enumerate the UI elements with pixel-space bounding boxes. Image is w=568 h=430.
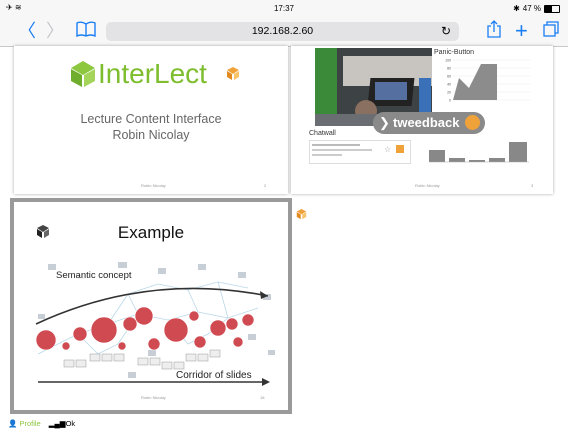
profile-label: Profile (19, 419, 41, 428)
floating-logo-icon (296, 209, 307, 220)
slide-thumbnail-3[interactable]: Example Semantic concept Corridor of sli… (14, 202, 288, 410)
slide-thumbnail-1[interactable]: InterLect Lecture Content Interface Robi… (14, 46, 288, 194)
person-icon: 👤 (8, 419, 18, 428)
new-tab-icon[interactable]: + (515, 20, 528, 42)
status-bar: ✈ ≋ 17:37 ✱ 47 % (0, 0, 568, 18)
star-icon: ☆ (384, 145, 392, 154)
tweedback-badge: ❯ tweedback (373, 112, 485, 134)
ok-label: Ok (65, 419, 76, 428)
y-tick-label: 80 (447, 67, 451, 71)
y-tick-label: 40 (447, 83, 451, 87)
battery-fill (545, 5, 552, 12)
corridor-label: Corridor of slides (174, 370, 254, 381)
signal-status: ▂▄▆Ok (49, 419, 75, 428)
slide1-page: 2 (264, 183, 267, 188)
address-bar[interactable]: 192.168.2.60 ↻ (106, 22, 459, 41)
reload-icon[interactable]: ↻ (441, 22, 451, 41)
slide2-footer: Robin Nicolay (415, 183, 440, 188)
panic-chart-title: Panic-Button (434, 49, 475, 56)
y-tick-label: 60 (447, 75, 451, 79)
tabs-icon[interactable] (543, 20, 559, 42)
slide2-page: 3 (531, 183, 534, 188)
profile-link[interactable]: 👤 Profile (8, 419, 41, 428)
tweedback-logo-icon (465, 115, 480, 130)
status-time: 17:37 (273, 4, 295, 13)
slide1-author: Robin Nicolay (112, 128, 190, 142)
tweedback-bracket-icon: ❯ (379, 115, 390, 130)
status-right: ✱ 47 % (513, 4, 560, 13)
panic-area-series (453, 64, 497, 100)
share-icon[interactable] (487, 20, 501, 43)
back-icon[interactable]: 〈 (18, 20, 36, 42)
slide3-footer: Robin Nicolay (141, 395, 166, 400)
slide3-page: 18 (260, 395, 265, 400)
bottom-bar: 👤 Profile ▂▄▆Ok (8, 419, 75, 428)
slide1-footer: Robin Nicolay (141, 183, 166, 188)
y-tick-label: 0 (449, 99, 451, 103)
browser-toolbar: 〈 〉 192.168.2.60 ↻ + (0, 18, 568, 47)
slide-thumbnail-2[interactable]: Panic-Button 0 20 40 60 80 100 Chatwall ☆ ❯ t… (291, 46, 553, 194)
bluetooth-icon: ✱ (513, 4, 520, 13)
bookmarks-icon[interactable] (76, 20, 96, 42)
battery-icon (544, 4, 560, 13)
logo-accent-icon (227, 67, 239, 80)
y-tick-label: 100 (445, 59, 451, 63)
vote-icon (396, 145, 404, 153)
forward-icon[interactable]: 〉 (46, 20, 64, 42)
interlect-logo-icon (71, 61, 95, 87)
logo-text: InterLect (98, 58, 207, 89)
bar-chart-small (429, 142, 529, 163)
slide1-subtitle: Lecture Content Interface (80, 112, 222, 126)
semantic-concept-label: Semantic concept (54, 270, 134, 281)
panic-chart: 0 20 40 60 80 100 (445, 59, 531, 103)
slide3-title: Example (117, 223, 185, 242)
chatwall-box: ☆ (309, 140, 411, 164)
y-tick-label: 20 (447, 91, 451, 95)
battery-percent: 47 % (522, 4, 541, 13)
url-text: 192.168.2.60 (251, 25, 314, 37)
chatwall-title: Chatwall (309, 130, 336, 137)
tweedback-text: tweedback (393, 115, 460, 130)
signal-icon: ▂▄▆ (48, 419, 66, 428)
